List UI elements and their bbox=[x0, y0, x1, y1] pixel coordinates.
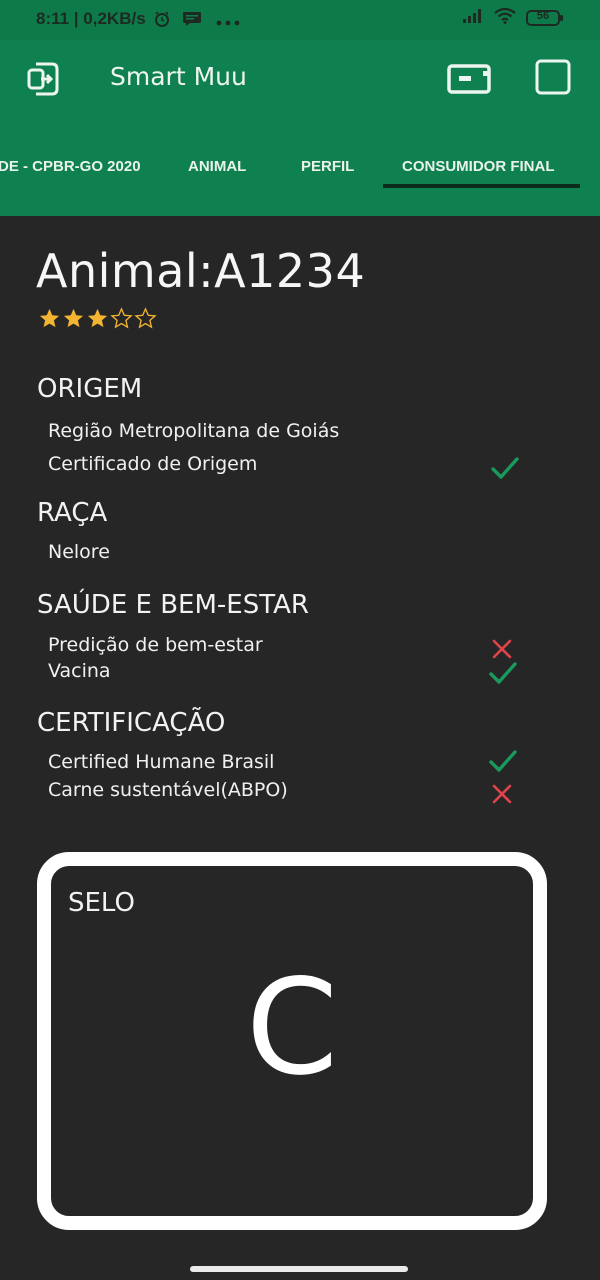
item-predicao-bem-estar: Predição de bem-estar bbox=[48, 634, 263, 656]
tab-animal[interactable]: ANIMAL bbox=[188, 158, 246, 175]
section-title-raca: RAÇA bbox=[37, 498, 108, 528]
tab-bar: DE - CPBR-GO 2020 ANIMAL PERFIL CONSUMID… bbox=[0, 146, 600, 196]
star-filled-icon bbox=[63, 308, 84, 328]
section-title-certificacao: CERTIFICAÇÃO bbox=[37, 708, 226, 738]
star-filled-icon bbox=[87, 308, 108, 328]
item-regiao: Região Metropolitana de Goiás bbox=[48, 420, 340, 442]
section-title-origem: ORIGEM bbox=[37, 374, 143, 404]
status-bar: 8:11 | 0,2KB/s 56 bbox=[0, 0, 600, 40]
card-icon bbox=[447, 64, 491, 94]
message-icon bbox=[182, 11, 202, 31]
wifi-icon bbox=[494, 7, 516, 28]
item-certified-humane: Certified Humane Brasil bbox=[48, 751, 275, 773]
battery-level: 56 bbox=[536, 10, 550, 22]
card-button[interactable] bbox=[446, 62, 492, 96]
check-icon bbox=[490, 455, 520, 485]
star-filled-icon bbox=[39, 308, 60, 328]
logout-button[interactable] bbox=[22, 58, 64, 100]
square-icon bbox=[535, 59, 571, 95]
item-carne-sustentavel: Carne sustentável(ABPO) bbox=[48, 779, 288, 801]
animal-title: Animal:A1234 bbox=[36, 244, 366, 298]
status-time: 8:11 | 0,2KB/s bbox=[36, 9, 146, 28]
active-tab-indicator bbox=[383, 184, 580, 188]
item-certificado-origem: Certificado de Origem bbox=[48, 453, 258, 475]
seal-grade: C bbox=[245, 951, 339, 1105]
star-empty-icon bbox=[110, 307, 133, 329]
more-dots-icon bbox=[216, 12, 240, 31]
tab-perfil[interactable]: PERFIL bbox=[301, 158, 354, 175]
check-icon bbox=[488, 660, 518, 690]
star-empty-icon bbox=[134, 307, 157, 329]
item-nelore: Nelore bbox=[48, 541, 110, 563]
tab-cpbr[interactable]: DE - CPBR-GO 2020 bbox=[0, 158, 141, 175]
battery-icon: 56 bbox=[526, 9, 564, 27]
seal-label: SELO bbox=[68, 888, 135, 918]
seal-card: SELO C bbox=[37, 852, 547, 1230]
section-title-saude: SAÚDE E BEM-ESTAR bbox=[37, 590, 309, 620]
item-vacina: Vacina bbox=[48, 660, 111, 682]
home-indicator[interactable] bbox=[190, 1266, 408, 1272]
tab-consumidor-final[interactable]: CONSUMIDOR FINAL bbox=[402, 158, 555, 175]
cross-icon bbox=[490, 782, 514, 810]
alarm-icon bbox=[153, 10, 171, 32]
app-bar: Smart Muu DE - CPBR-GO 2020 ANIMAL PERFI… bbox=[0, 40, 600, 216]
rating-stars bbox=[38, 307, 157, 330]
app-title: Smart Muu bbox=[110, 62, 247, 91]
check-icon bbox=[488, 748, 518, 778]
square-button[interactable] bbox=[534, 58, 572, 96]
signal-icon bbox=[462, 8, 484, 28]
status-icons: 56 bbox=[462, 7, 564, 28]
logout-icon bbox=[27, 62, 59, 96]
